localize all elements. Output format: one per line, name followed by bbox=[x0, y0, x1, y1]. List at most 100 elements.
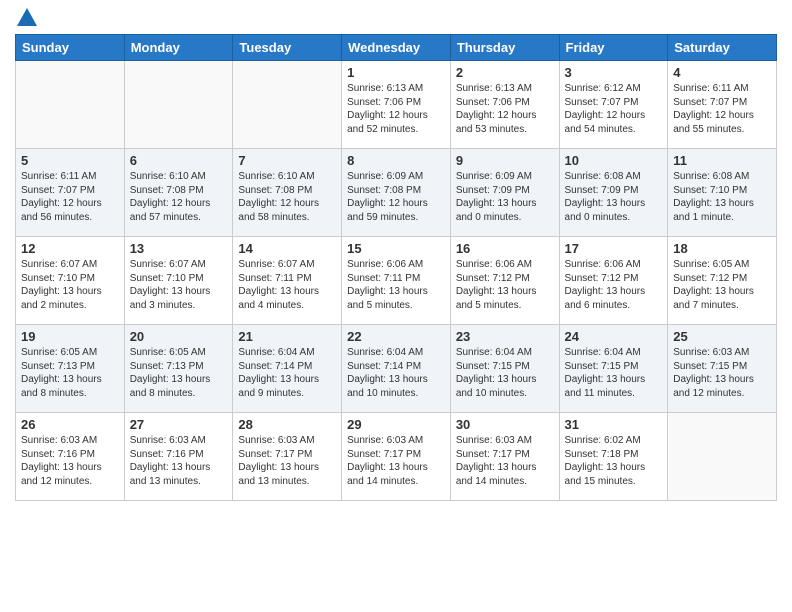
day-info: Sunrise: 6:08 AM Sunset: 7:10 PM Dayligh… bbox=[673, 170, 771, 224]
calendar-day-cell: 12 Sunrise: 6:07 AM Sunset: 7:10 PM Dayli… bbox=[16, 237, 125, 325]
calendar-day-cell: 7 Sunrise: 6:10 AM Sunset: 7:08 PM Daylig… bbox=[233, 149, 342, 237]
day-info: Sunrise: 6:10 AM Sunset: 7:08 PM Dayligh… bbox=[238, 170, 336, 224]
day-number: 25 bbox=[673, 329, 771, 344]
calendar-day-cell: 24 Sunrise: 6:04 AM Sunset: 7:15 PM Dayli… bbox=[559, 325, 668, 413]
calendar-day-cell: 22Sunrise: 6:04 AM Sunset: 7:14 PM Dayli… bbox=[342, 325, 451, 413]
day-number: 10 bbox=[565, 153, 663, 168]
calendar-day-cell: 25 Sunrise: 6:03 AM Sunset: 7:15 PM Dayli… bbox=[668, 325, 777, 413]
day-number: 12 bbox=[21, 241, 119, 256]
day-number: 5 bbox=[21, 153, 119, 168]
calendar-week-row: 1 Sunrise: 6:13 AM Sunset: 7:06 PM Daylig… bbox=[16, 61, 777, 149]
calendar-day-cell: 29Sunrise: 6:03 AM Sunset: 7:17 PM Dayli… bbox=[342, 413, 451, 501]
calendar-day-cell: 10 Sunrise: 6:08 AM Sunset: 7:09 PM Dayli… bbox=[559, 149, 668, 237]
day-number: 14 bbox=[238, 241, 336, 256]
day-number: 26 bbox=[21, 417, 119, 432]
weekday-header-saturday: Saturday bbox=[668, 35, 777, 61]
day-info: Sunrise: 6:07 AM Sunset: 7:11 PM Dayligh… bbox=[238, 258, 336, 312]
calendar-day-cell: 26 Sunrise: 6:03 AM Sunset: 7:16 PM Dayli… bbox=[16, 413, 125, 501]
day-info: Sunrise: 6:07 AM Sunset: 7:10 PM Dayligh… bbox=[21, 258, 119, 312]
calendar-day-cell: 4Sunrise: 6:11 AM Sunset: 7:07 PM Daylig… bbox=[668, 61, 777, 149]
calendar-day-cell: 13 Sunrise: 6:07 AM Sunset: 7:10 PM Dayli… bbox=[124, 237, 233, 325]
calendar-week-row: 5 Sunrise: 6:11 AM Sunset: 7:07 PM Daylig… bbox=[16, 149, 777, 237]
day-info: Sunrise: 6:04 AM Sunset: 7:14 PM Dayligh… bbox=[238, 346, 336, 400]
day-number: 28 bbox=[238, 417, 336, 432]
day-number: 20 bbox=[130, 329, 228, 344]
day-number: 22 bbox=[347, 329, 445, 344]
calendar-table: SundayMondayTuesdayWednesdayThursdayFrid… bbox=[15, 34, 777, 501]
calendar-day-cell: 28Sunrise: 6:03 AM Sunset: 7:17 PM Dayli… bbox=[233, 413, 342, 501]
day-info: Sunrise: 6:06 AM Sunset: 7:12 PM Dayligh… bbox=[565, 258, 663, 312]
day-info: Sunrise: 6:13 AM Sunset: 7:06 PM Dayligh… bbox=[347, 82, 445, 136]
day-number: 11 bbox=[673, 153, 771, 168]
day-info: Sunrise: 6:07 AM Sunset: 7:10 PM Dayligh… bbox=[130, 258, 228, 312]
calendar-day-cell: 2Sunrise: 6:13 AM Sunset: 7:06 PM Daylig… bbox=[450, 61, 559, 149]
weekday-header-thursday: Thursday bbox=[450, 35, 559, 61]
day-info: Sunrise: 6:03 AM Sunset: 7:15 PM Dayligh… bbox=[673, 346, 771, 400]
day-info: Sunrise: 6:09 AM Sunset: 7:09 PM Dayligh… bbox=[456, 170, 554, 224]
calendar-day-cell: 27 Sunrise: 6:03 AM Sunset: 7:16 PM Dayli… bbox=[124, 413, 233, 501]
day-number: 19 bbox=[21, 329, 119, 344]
calendar-day-cell: 11 Sunrise: 6:08 AM Sunset: 7:10 PM Dayli… bbox=[668, 149, 777, 237]
calendar-day-cell: 31 Sunrise: 6:02 AM Sunset: 7:18 PM Dayli… bbox=[559, 413, 668, 501]
header bbox=[15, 10, 777, 26]
day-info: Sunrise: 6:02 AM Sunset: 7:18 PM Dayligh… bbox=[565, 434, 663, 488]
day-number: 3 bbox=[565, 65, 663, 80]
calendar-day-cell: 18 Sunrise: 6:05 AM Sunset: 7:12 PM Dayli… bbox=[668, 237, 777, 325]
day-info: Sunrise: 6:03 AM Sunset: 7:16 PM Dayligh… bbox=[21, 434, 119, 488]
day-info: Sunrise: 6:10 AM Sunset: 7:08 PM Dayligh… bbox=[130, 170, 228, 224]
weekday-header-sunday: Sunday bbox=[16, 35, 125, 61]
calendar-day-cell: 17 Sunrise: 6:06 AM Sunset: 7:12 PM Dayli… bbox=[559, 237, 668, 325]
weekday-header-monday: Monday bbox=[124, 35, 233, 61]
day-info: Sunrise: 6:03 AM Sunset: 7:16 PM Dayligh… bbox=[130, 434, 228, 488]
day-number: 27 bbox=[130, 417, 228, 432]
day-number: 24 bbox=[565, 329, 663, 344]
calendar-week-row: 19 Sunrise: 6:05 AM Sunset: 7:13 PM Dayli… bbox=[16, 325, 777, 413]
calendar-day-cell bbox=[668, 413, 777, 501]
day-info: Sunrise: 6:03 AM Sunset: 7:17 PM Dayligh… bbox=[347, 434, 445, 488]
day-info: Sunrise: 6:03 AM Sunset: 7:17 PM Dayligh… bbox=[456, 434, 554, 488]
logo bbox=[15, 10, 37, 26]
day-info: Sunrise: 6:08 AM Sunset: 7:09 PM Dayligh… bbox=[565, 170, 663, 224]
calendar-day-cell: 16 Sunrise: 6:06 AM Sunset: 7:12 PM Dayli… bbox=[450, 237, 559, 325]
day-info: Sunrise: 6:09 AM Sunset: 7:08 PM Dayligh… bbox=[347, 170, 445, 224]
day-number: 13 bbox=[130, 241, 228, 256]
day-number: 30 bbox=[456, 417, 554, 432]
day-info: Sunrise: 6:06 AM Sunset: 7:12 PM Dayligh… bbox=[456, 258, 554, 312]
calendar-day-cell: 20 Sunrise: 6:05 AM Sunset: 7:13 PM Dayli… bbox=[124, 325, 233, 413]
calendar-day-cell: 8 Sunrise: 6:09 AM Sunset: 7:08 PM Daylig… bbox=[342, 149, 451, 237]
day-info: Sunrise: 6:05 AM Sunset: 7:12 PM Dayligh… bbox=[673, 258, 771, 312]
day-number: 18 bbox=[673, 241, 771, 256]
day-info: Sunrise: 6:13 AM Sunset: 7:06 PM Dayligh… bbox=[456, 82, 554, 136]
day-info: Sunrise: 6:11 AM Sunset: 7:07 PM Dayligh… bbox=[673, 82, 771, 136]
day-info: Sunrise: 6:05 AM Sunset: 7:13 PM Dayligh… bbox=[21, 346, 119, 400]
calendar-day-cell bbox=[233, 61, 342, 149]
day-info: Sunrise: 6:04 AM Sunset: 7:15 PM Dayligh… bbox=[565, 346, 663, 400]
day-number: 15 bbox=[347, 241, 445, 256]
day-number: 17 bbox=[565, 241, 663, 256]
calendar-day-cell bbox=[124, 61, 233, 149]
page: SundayMondayTuesdayWednesdayThursdayFrid… bbox=[0, 0, 792, 516]
day-number: 16 bbox=[456, 241, 554, 256]
calendar-week-row: 26 Sunrise: 6:03 AM Sunset: 7:16 PM Dayli… bbox=[16, 413, 777, 501]
day-number: 1 bbox=[347, 65, 445, 80]
day-number: 21 bbox=[238, 329, 336, 344]
calendar-day-cell: 14 Sunrise: 6:07 AM Sunset: 7:11 PM Dayli… bbox=[233, 237, 342, 325]
day-number: 6 bbox=[130, 153, 228, 168]
weekday-header-friday: Friday bbox=[559, 35, 668, 61]
day-number: 9 bbox=[456, 153, 554, 168]
day-number: 23 bbox=[456, 329, 554, 344]
day-number: 7 bbox=[238, 153, 336, 168]
calendar-day-cell: 5 Sunrise: 6:11 AM Sunset: 7:07 PM Daylig… bbox=[16, 149, 125, 237]
calendar-day-cell: 1 Sunrise: 6:13 AM Sunset: 7:06 PM Daylig… bbox=[342, 61, 451, 149]
calendar-day-cell: 23 Sunrise: 6:04 AM Sunset: 7:15 PM Dayli… bbox=[450, 325, 559, 413]
day-info: Sunrise: 6:06 AM Sunset: 7:11 PM Dayligh… bbox=[347, 258, 445, 312]
day-number: 31 bbox=[565, 417, 663, 432]
calendar-day-cell: 30 Sunrise: 6:03 AM Sunset: 7:17 PM Dayli… bbox=[450, 413, 559, 501]
day-info: Sunrise: 6:04 AM Sunset: 7:15 PM Dayligh… bbox=[456, 346, 554, 400]
weekday-header-wednesday: Wednesday bbox=[342, 35, 451, 61]
day-number: 8 bbox=[347, 153, 445, 168]
weekday-header-row: SundayMondayTuesdayWednesdayThursdayFrid… bbox=[16, 35, 777, 61]
day-info: Sunrise: 6:05 AM Sunset: 7:13 PM Dayligh… bbox=[130, 346, 228, 400]
calendar-day-cell bbox=[16, 61, 125, 149]
day-info: Sunrise: 6:11 AM Sunset: 7:07 PM Dayligh… bbox=[21, 170, 119, 224]
